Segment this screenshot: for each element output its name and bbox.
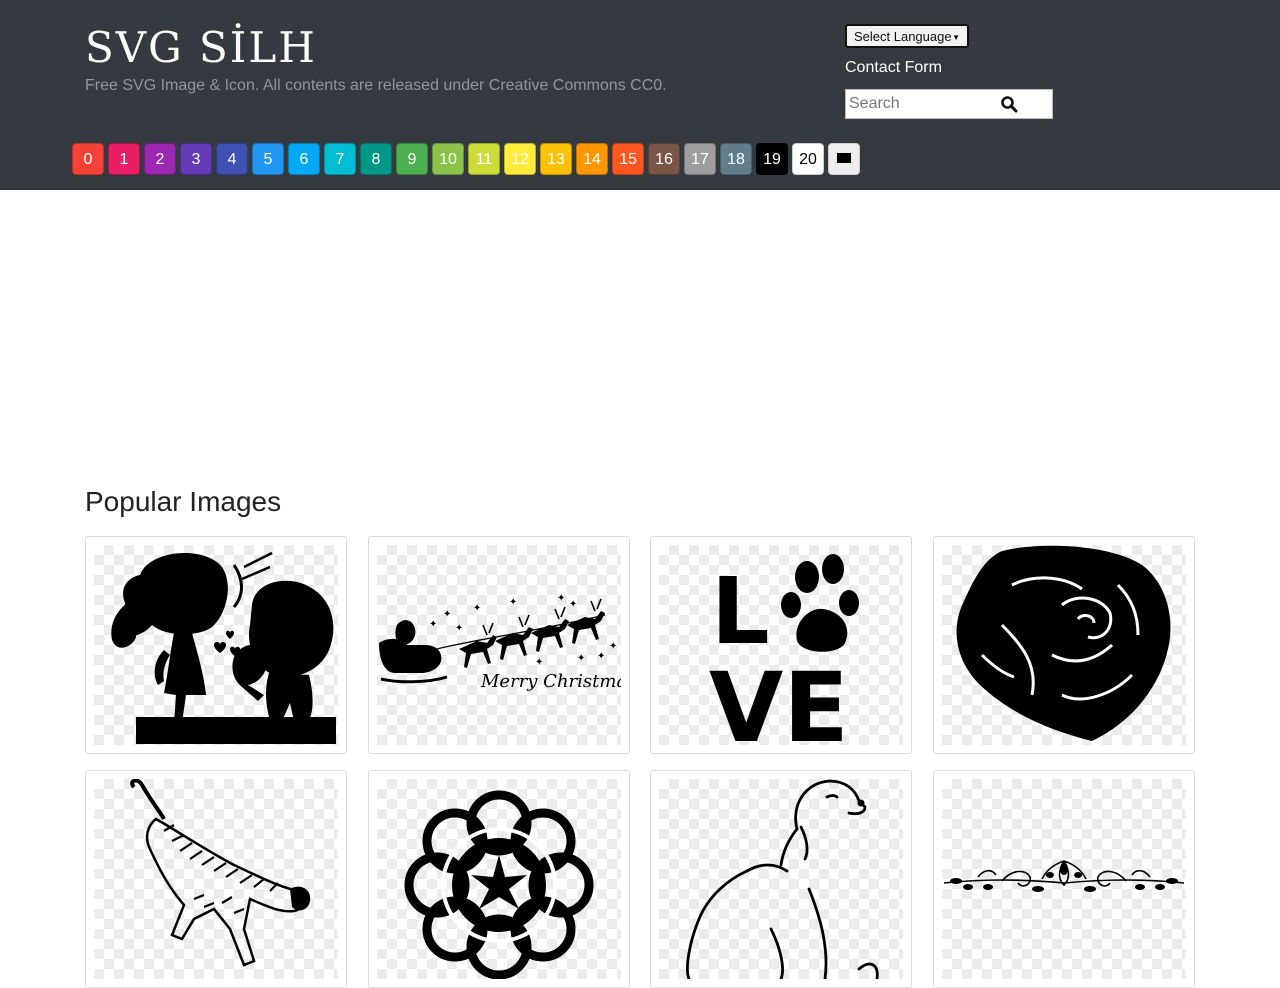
site-tagline: Free SVG Image & Icon. All contents are … — [85, 77, 667, 94]
image-thumbnail[interactable] — [659, 779, 903, 979]
caret-down-icon: ▼ — [952, 33, 960, 42]
leaping-tiger-icon — [130, 779, 311, 967]
image-thumbnail[interactable]: L VE — [659, 545, 903, 745]
svg-text:✦: ✦ — [577, 653, 585, 664]
language-select-label: Select Language — [854, 29, 952, 44]
color-filter-7[interactable]: 7 — [324, 143, 356, 175]
svg-text:✦: ✦ — [473, 603, 481, 614]
color-filter-17[interactable]: 17 — [684, 143, 716, 175]
color-filter-19[interactable]: 19 — [756, 143, 788, 175]
contact-form-link[interactable]: Contact Form — [845, 59, 942, 77]
svg-text:✦: ✦ — [557, 593, 565, 604]
svg-text:✦: ✦ — [455, 623, 463, 634]
ad-space — [0, 190, 1280, 470]
image-thumbnail[interactable] — [94, 545, 338, 745]
color-filter-11[interactable]: 11 — [468, 143, 500, 175]
svg-text:✦: ✦ — [597, 651, 605, 662]
color-filter-5[interactable]: 5 — [252, 143, 284, 175]
image-thumbnail[interactable] — [94, 779, 338, 979]
color-filter-15[interactable]: 15 — [612, 143, 644, 175]
color-filter-20[interactable]: 20 — [792, 143, 824, 175]
image-card[interactable] — [85, 536, 347, 754]
rose-silhouette-icon — [956, 545, 1171, 741]
svg-text:✦: ✦ — [443, 609, 451, 620]
language-select[interactable]: Select Language ▼ — [845, 24, 969, 48]
color-filter-6[interactable]: 6 — [288, 143, 320, 175]
color-filter-8[interactable]: 8 — [360, 143, 392, 175]
search-input[interactable] — [846, 90, 999, 118]
image-card[interactable] — [650, 770, 912, 988]
image-thumbnail[interactable] — [942, 779, 1186, 979]
search-box — [845, 89, 1053, 119]
svg-text:✦: ✦ — [609, 641, 617, 652]
site-header: SVG SİLH Free SVG Image & Icon. All cont… — [0, 0, 1280, 190]
image-card[interactable] — [85, 770, 347, 988]
color-filter-16[interactable]: 16 — [648, 143, 680, 175]
image-card[interactable] — [933, 770, 1195, 988]
svg-text:✦: ✦ — [509, 597, 517, 608]
love-text-bottom: VE — [709, 652, 849, 745]
section-title-popular-images: Popular Images — [85, 486, 282, 517]
image-card[interactable] — [368, 770, 630, 988]
svg-text:✦: ✦ — [535, 657, 543, 668]
color-filter-2[interactable]: 2 — [144, 143, 176, 175]
color-filter-10[interactable]: 10 — [432, 143, 464, 175]
site-logo[interactable]: SVG SİLH — [85, 22, 317, 74]
color-filter-4[interactable]: 4 — [216, 143, 248, 175]
girl-boy-flowers-silhouette-icon — [111, 551, 336, 744]
image-thumbnail[interactable] — [942, 545, 1186, 745]
image-card[interactable]: ✦ ✦ ✦ ✦ ✦ ✦ ✦ ✦ ✦ ✦ ✦ Merry Christmas — [368, 536, 630, 754]
santa-sleigh-reindeer-icon: ✦ ✦ ✦ ✦ ✦ ✦ ✦ ✦ ✦ ✦ ✦ Merry Christmas — [379, 593, 621, 692]
love-paw-icon: L VE — [709, 554, 859, 745]
celtic-mandala-icon — [404, 790, 594, 979]
image-card[interactable] — [933, 536, 1195, 754]
image-thumbnail[interactable]: ✦ ✦ ✦ ✦ ✦ ✦ ✦ ✦ ✦ ✦ ✦ Merry Christmas — [377, 545, 621, 745]
monochrome-icon — [837, 153, 851, 164]
merry-christmas-caption: Merry Christmas — [480, 671, 621, 692]
search-icon[interactable] — [1000, 95, 1018, 113]
color-filter-12[interactable]: 12 — [504, 143, 536, 175]
color-filter-14[interactable]: 14 — [576, 143, 608, 175]
svg-text:✦: ✦ — [429, 619, 437, 630]
color-filter-1[interactable]: 1 — [108, 143, 140, 175]
color-filter-monochrome[interactable] — [828, 143, 860, 175]
svg-text:✦: ✦ — [569, 599, 577, 610]
color-filter-9[interactable]: 9 — [396, 143, 428, 175]
floral-border-divider-icon — [943, 860, 1185, 892]
image-card[interactable]: L VE — [650, 536, 912, 754]
color-filter-3[interactable]: 3 — [180, 143, 212, 175]
color-filter-13[interactable]: 13 — [540, 143, 572, 175]
image-thumbnail[interactable] — [377, 779, 621, 979]
color-filter-0[interactable]: 0 — [72, 143, 104, 175]
color-filter-18[interactable]: 18 — [720, 143, 752, 175]
dog-line-art-icon — [686, 779, 879, 979]
love-text-top: L — [711, 558, 770, 665]
